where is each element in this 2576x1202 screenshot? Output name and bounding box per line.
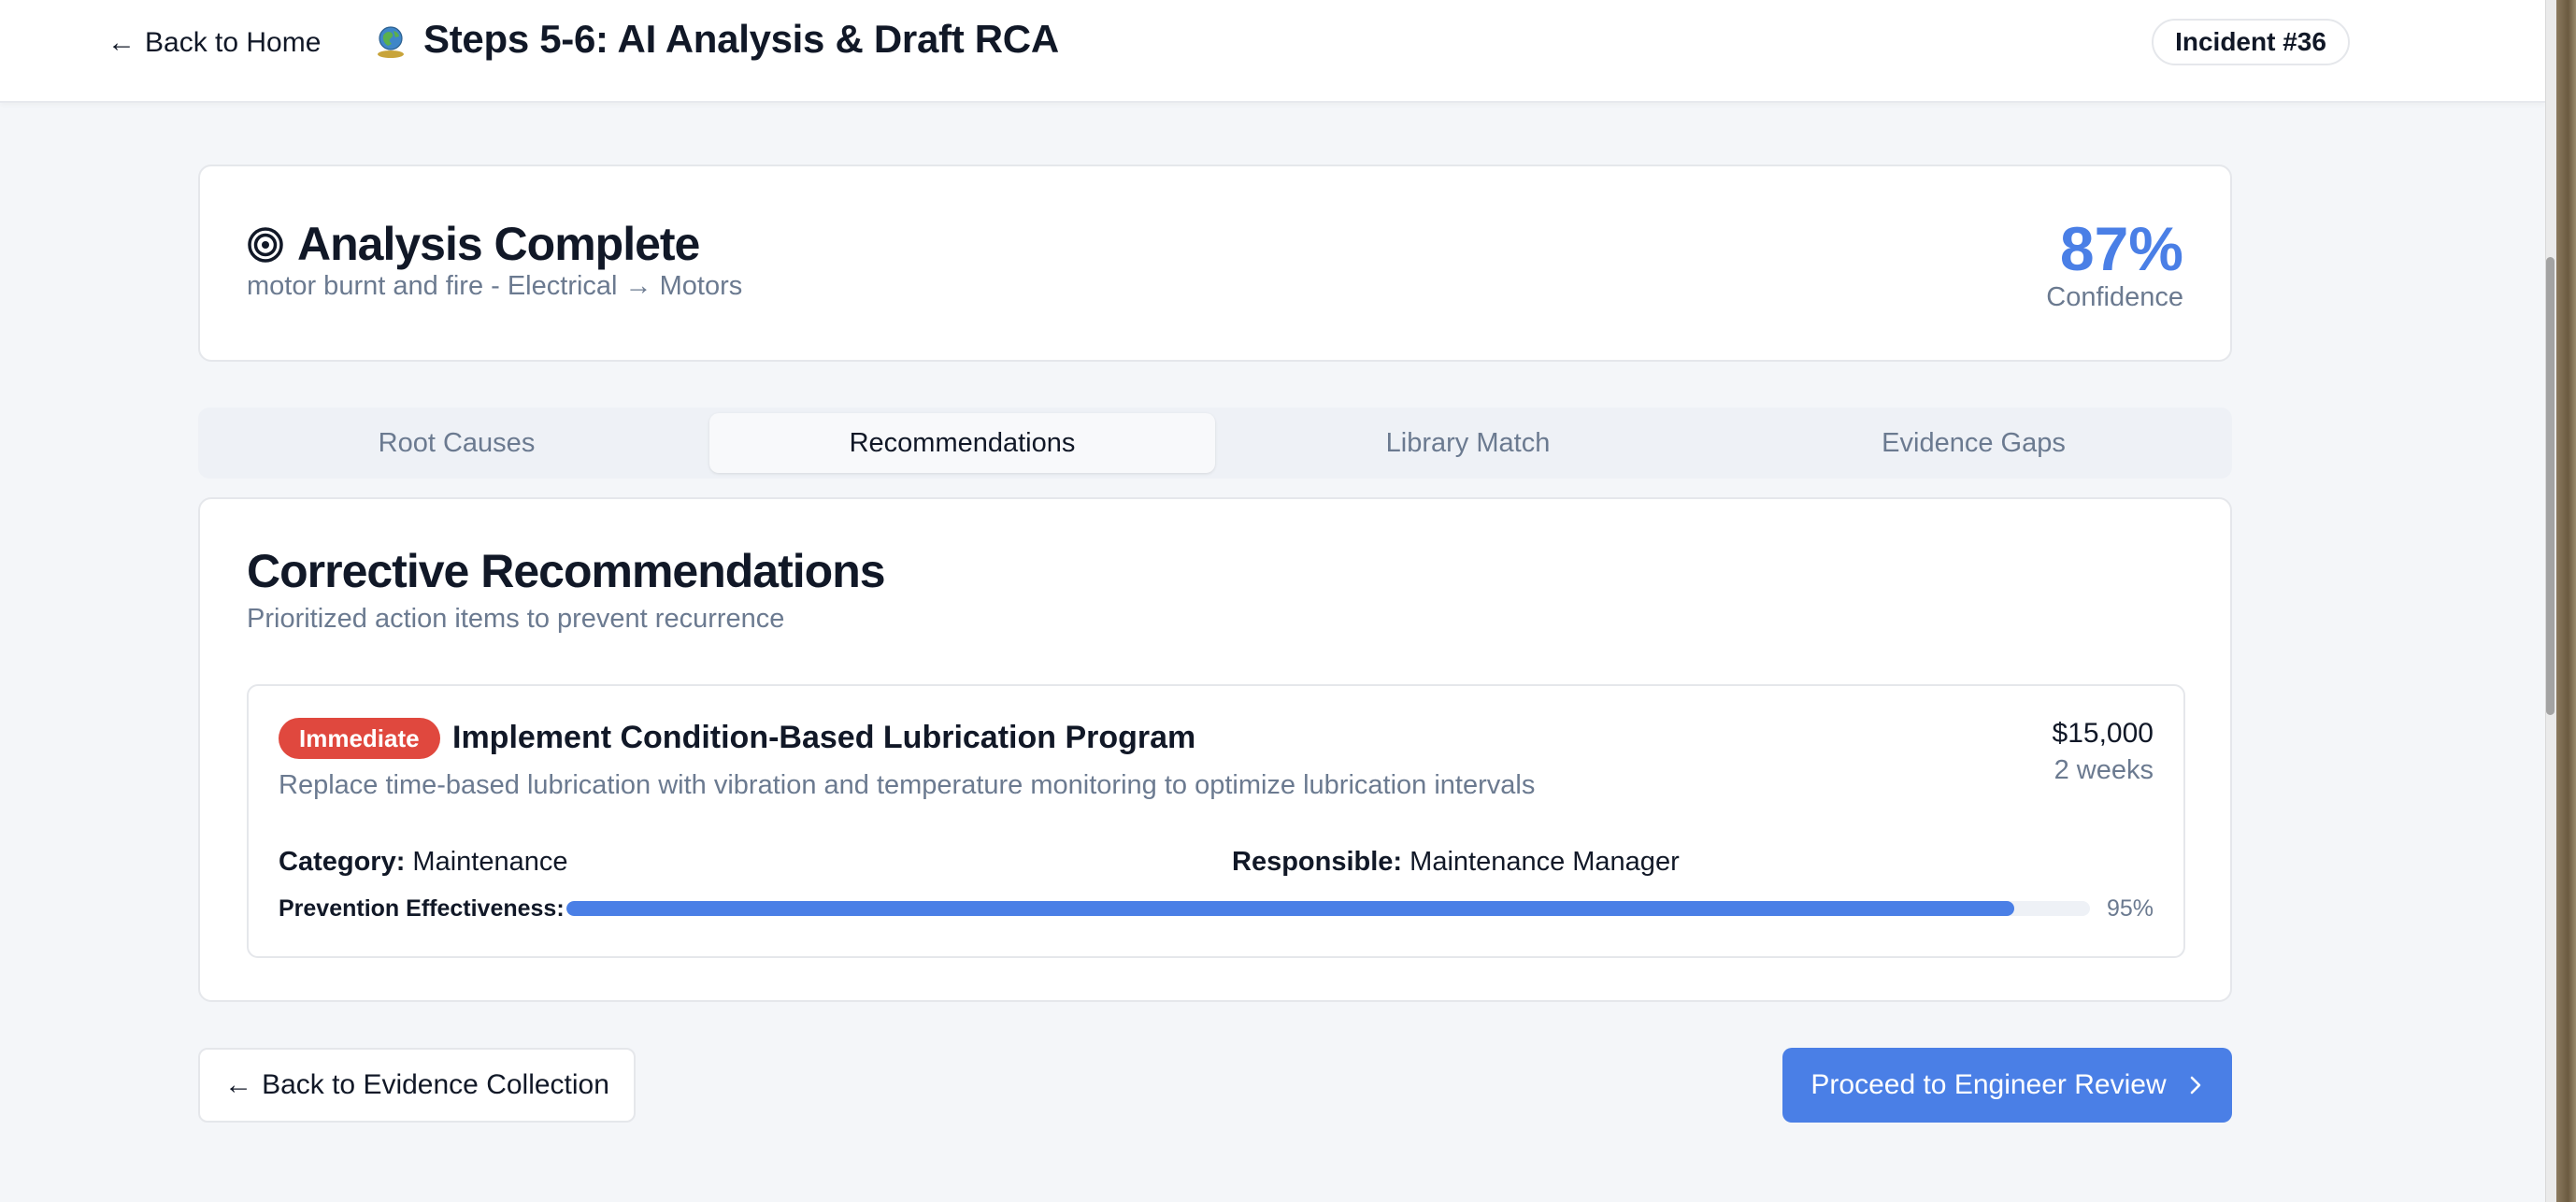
- back-to-home-link[interactable]: ← Back to Home: [107, 24, 321, 62]
- analysis-subtitle: motor burnt and fire - Electrical → Moto…: [247, 271, 743, 301]
- tab-library-match[interactable]: Library Match: [1215, 413, 1721, 473]
- proceed-label: Proceed to Engineer Review: [1810, 1069, 2167, 1100]
- analysis-title: Analysis Complete: [297, 218, 700, 270]
- priority-badge: Immediate: [279, 718, 440, 759]
- analysis-tabs: Root Causes Recommendations Library Matc…: [198, 408, 2232, 479]
- category-key: Category:: [279, 847, 406, 877]
- back-to-home-label: Back to Home: [145, 27, 322, 58]
- incident-badge: Incident #36: [2152, 19, 2350, 65]
- tab-recommendations[interactable]: Recommendations: [709, 413, 1215, 473]
- category-value: Maintenance: [412, 847, 568, 877]
- recommendation-description: Replace time-based lubrication with vibr…: [279, 770, 1536, 800]
- recommendation-title: Implement Condition-Based Lubrication Pr…: [452, 720, 1196, 755]
- responsible-value: Maintenance Manager: [1410, 847, 1680, 877]
- back-to-evidence-button[interactable]: ← Back to Evidence Collection: [198, 1048, 636, 1123]
- recommendation-cost: $15,000: [2052, 718, 2154, 749]
- proceed-to-review-button[interactable]: Proceed to Engineer Review: [1782, 1048, 2232, 1123]
- tab-evidence-gaps[interactable]: Evidence Gaps: [1721, 413, 2226, 473]
- recommendation-category: Category: Maintenance: [279, 847, 567, 878]
- effectiveness-value: 95%: [2106, 895, 2154, 922]
- recommendations-panel: Corrective Recommendations Prioritized a…: [198, 497, 2232, 1002]
- globe-logo-icon: [378, 26, 404, 58]
- recommendation-responsible: Responsible: Maintenance Manager: [1232, 847, 1680, 878]
- effectiveness-label: Prevention Effectiveness:: [279, 895, 565, 922]
- back-to-evidence-label: Back to Evidence Collection: [262, 1069, 609, 1100]
- effectiveness-bar-fill: [566, 901, 2014, 916]
- scrollbar-thumb[interactable]: [2546, 257, 2555, 715]
- arrow-left-icon: ←: [224, 1069, 253, 1100]
- page-title: Steps 5-6: AI Analysis & Draft RCA: [423, 17, 1059, 61]
- tab-root-causes[interactable]: Root Causes: [204, 413, 709, 473]
- responsible-key: Responsible:: [1232, 847, 1403, 877]
- effectiveness-bar: [566, 901, 2090, 916]
- recommendation-timeline: 2 weeks: [2054, 755, 2154, 785]
- recommendations-title: Corrective Recommendations: [247, 545, 886, 597]
- target-icon: [248, 227, 283, 263]
- confidence-label: Confidence: [2046, 282, 2183, 312]
- confidence-value: 87%: [2059, 214, 2183, 283]
- top-header: ← Back to Home Steps 5-6: AI Analysis & …: [0, 0, 2545, 103]
- window-edge: [2556, 0, 2576, 1202]
- recommendations-subtitle: Prioritized action items to prevent recu…: [247, 604, 785, 634]
- analysis-summary-card: Analysis Complete motor burnt and fire -…: [198, 165, 2232, 362]
- chevron-right-icon: [2190, 1076, 2200, 1095]
- arrow-left-icon: ←: [107, 27, 136, 58]
- recommendation-item: Immediate Implement Condition-Based Lubr…: [247, 684, 2185, 958]
